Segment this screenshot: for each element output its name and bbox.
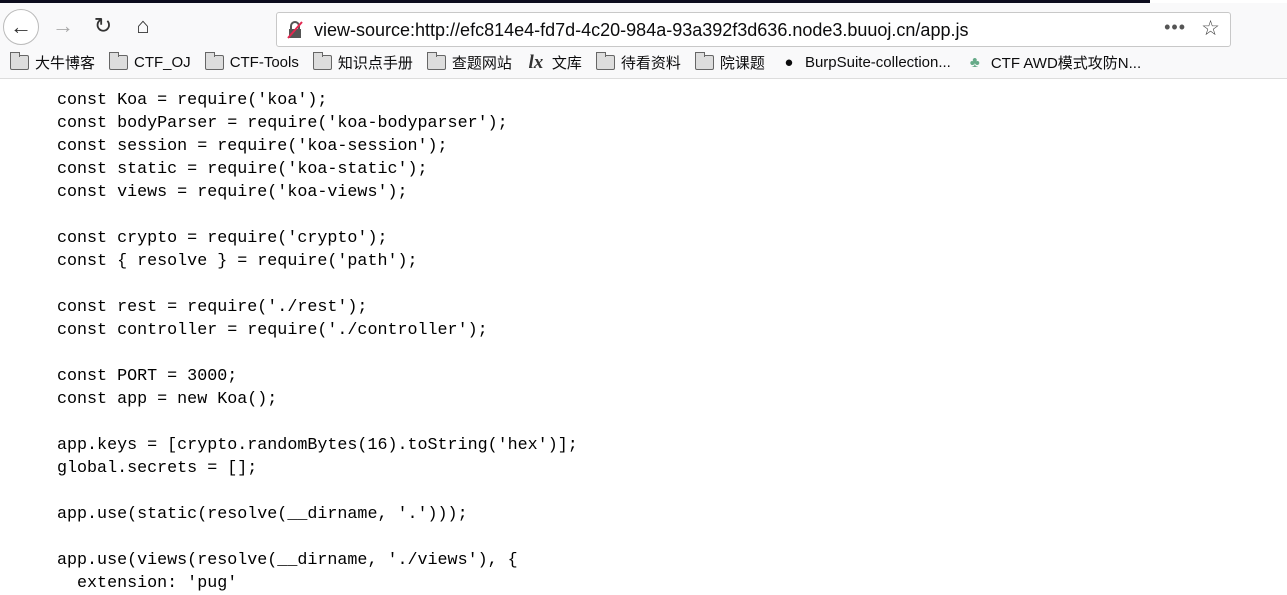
back-button[interactable]: ← [3,9,39,45]
source-line: const app = new Koa(); [57,390,278,409]
folder-icon [109,52,129,70]
source-line: const crypto = require('crypto'); [57,229,388,248]
bookmark-label: 查题网站 [451,55,512,72]
reload-button[interactable]: ↻ [88,11,118,41]
bookmark-label: 知识点手册 [337,55,413,72]
arrow-left-icon: ← [10,14,32,39]
source-line: app.keys = [crypto.randomBytes(16).toStr… [57,436,578,455]
bookmark-item[interactable]: 待看资料 [595,52,681,73]
bookmark-label: BurpSuite-collection... [804,54,951,71]
source-code: const Koa = require('koa'); const bodyPar… [57,89,578,595]
source-line [57,411,578,434]
folder-icon [312,52,332,70]
source-line [57,273,578,296]
bookmark-item[interactable]: ♣ CTF AWD模式攻防N... [965,52,1141,73]
folder-icon [10,52,29,70]
source-line: const rest = require('./rest'); [57,298,368,317]
source-line: app.use(static(resolve(__dirname, '.')))… [57,505,468,524]
bookmark-label: CTF-Tools [229,54,299,71]
folder-icon [595,52,615,70]
source-line [57,480,578,503]
source-line: const static = require('koa-static'); [57,160,428,179]
bookmark-item[interactable]: CTF-Tools [204,52,299,71]
source-line: const views = require('koa-views'); [57,183,408,202]
bookmark-label: CTF AWD模式攻防N... [990,55,1142,72]
bookmark-label: 大牛博客 [35,55,96,72]
github-icon: ● [784,54,794,71]
source-line: const session = require('koa-session'); [57,137,448,156]
cactus-icon: ♣ [969,54,980,71]
source-line: const bodyParser = require('koa-bodypars… [57,114,508,133]
source-line: global.secrets = []; [57,459,258,478]
folder-icon [694,52,714,70]
arrow-right-icon: → [52,13,74,38]
bookmark-label: 待看资料 [620,55,681,72]
folder-icon [204,52,224,70]
lx-icon: lx [528,51,544,73]
bookmark-item[interactable]: ● BurpSuite-collection... [779,54,951,71]
source-line: const { resolve } = require('path'); [57,252,418,271]
url-text[interactable]: view-source:http://efc814e4-fd7d-4c20-98… [314,20,968,41]
page-actions-button[interactable]: ••• [1164,17,1186,38]
address-bar[interactable]: view-source:http://efc814e4-fd7d-4c20-98… [276,12,1231,47]
bookmark-item[interactable]: CTF_OJ [109,52,191,71]
folder-icon [426,52,446,70]
source-line: const controller = require('./controller… [57,321,488,340]
bookmark-label: 院课题 [719,55,765,72]
nav-toolbar: ← → ↻ ⌂ view-source:http://efc814e4-fd7d… [0,3,1287,47]
bookmark-label: CTF_OJ [134,54,191,71]
home-button[interactable]: ⌂ [128,11,158,41]
source-line: const Koa = require('koa'); [57,91,328,110]
source-line: app.use(views(resolve(__dirname, './view… [57,551,518,570]
forward-button[interactable]: → [48,11,78,41]
source-line: const PORT = 3000; [57,367,238,386]
reload-icon: ↻ [93,13,113,38]
bookmark-item[interactable]: 大牛博客 [10,52,95,73]
bookmark-star-icon[interactable]: ☆ [1201,16,1220,41]
bookmark-label: 文库 [551,55,582,72]
bookmark-item[interactable]: lx 文库 [526,52,582,74]
source-line [57,204,578,227]
source-line [57,526,578,549]
bookmark-item[interactable]: 查题网站 [426,52,512,73]
source-line [57,342,578,365]
bookmark-item[interactable]: 院课题 [694,52,765,73]
bookmarks-bar: 大牛博客 CTF_OJ CTF-Tools 知识点手册 查题网站 lx 文库 待看资料 院课题 ●… [0,47,1287,79]
home-icon: ⌂ [136,13,150,38]
bookmark-item[interactable]: 知识点手册 [312,52,413,73]
insecure-lock-icon [287,21,303,39]
